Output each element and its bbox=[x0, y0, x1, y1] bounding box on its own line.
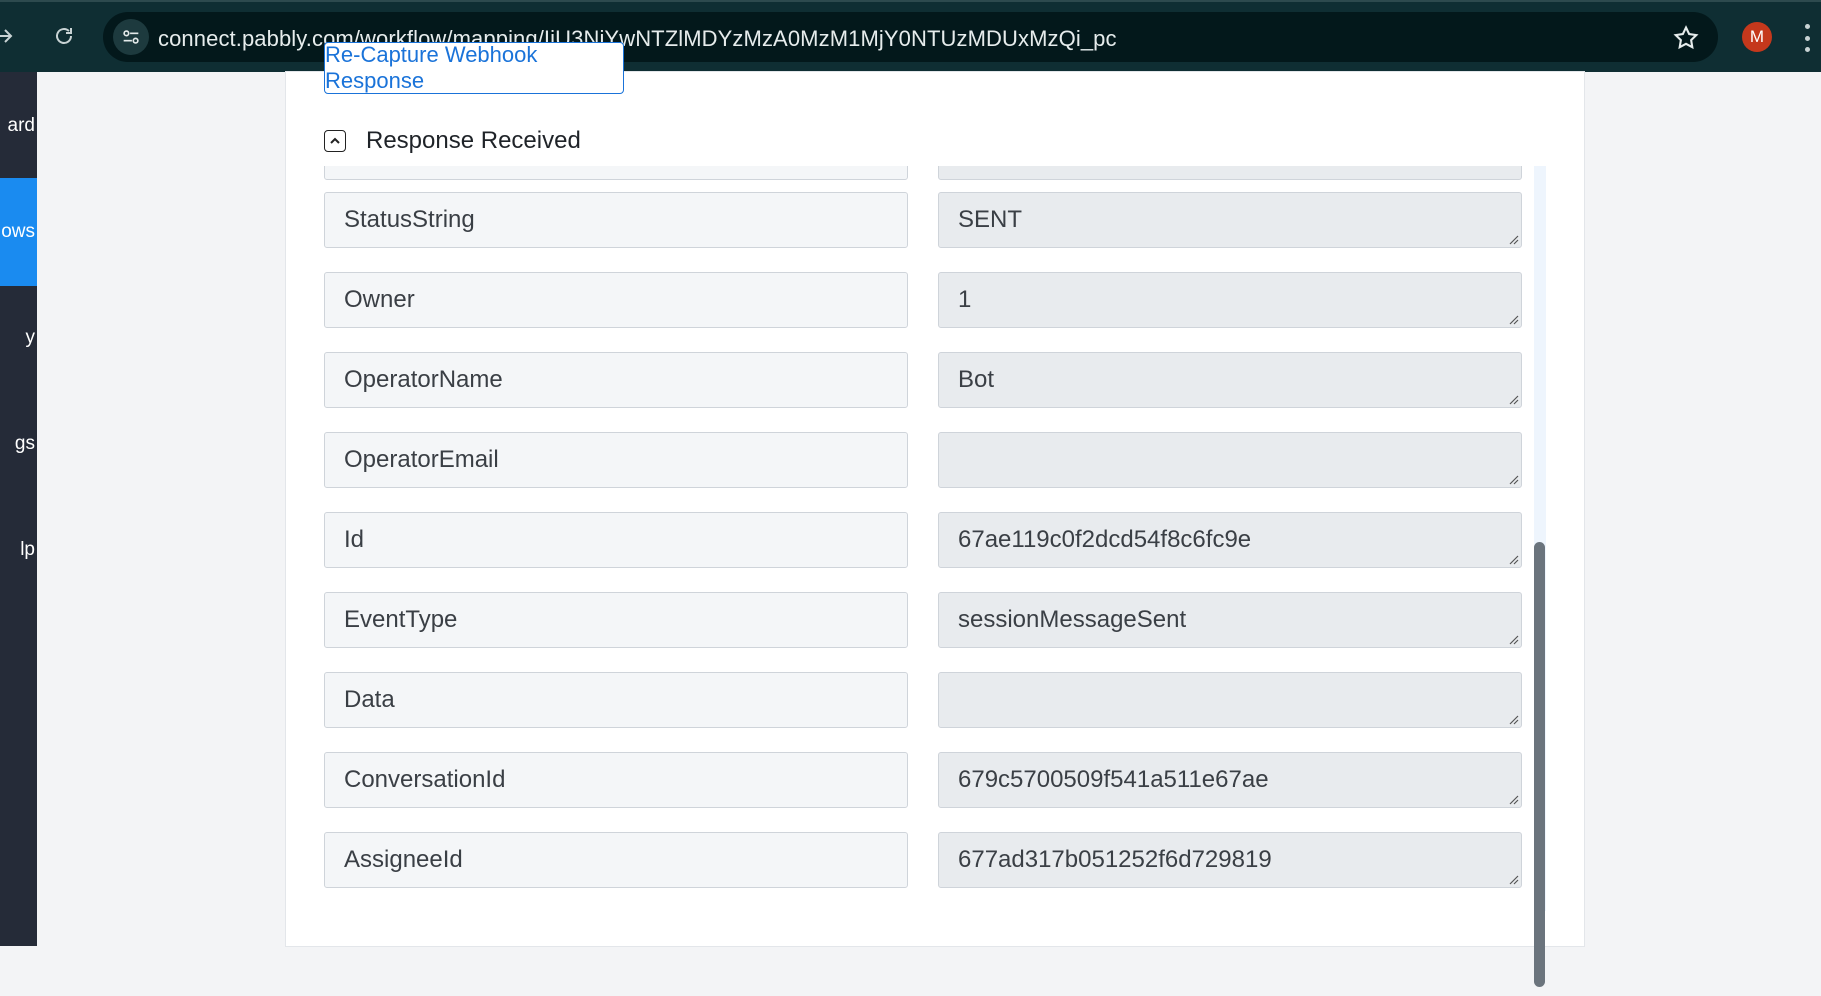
scrollbar-thumb[interactable] bbox=[1534, 542, 1545, 987]
browser-toolbar: connect.pabbly.com/workflow/mapping/IjU3… bbox=[0, 0, 1821, 72]
response-fields-list: StatusString SENT Owner 1 OperatorName B… bbox=[324, 166, 1544, 996]
forward-icon[interactable] bbox=[0, 18, 22, 54]
field-key[interactable]: StatusString bbox=[324, 192, 908, 248]
table-row: OperatorName Bot bbox=[324, 352, 1544, 408]
resize-grip-icon[interactable] bbox=[1507, 553, 1519, 565]
table-row: Data bbox=[324, 672, 1544, 728]
resize-grip-icon[interactable] bbox=[1507, 713, 1519, 725]
field-value[interactable]: 1 bbox=[938, 272, 1522, 328]
resize-grip-icon[interactable] bbox=[1507, 393, 1519, 405]
url-text[interactable]: connect.pabbly.com/workflow/mapping/IjU3… bbox=[158, 26, 1117, 52]
site-info-icon[interactable] bbox=[113, 19, 149, 55]
resize-grip-icon[interactable] bbox=[1507, 633, 1519, 645]
field-value[interactable]: sessionMessageSent bbox=[938, 592, 1522, 648]
field-key-box[interactable] bbox=[324, 166, 908, 180]
field-value[interactable]: Bot bbox=[938, 352, 1522, 408]
mapping-card: Re-Capture Webhook Response Response Rec… bbox=[286, 42, 1584, 987]
bookmark-star-icon[interactable] bbox=[1672, 24, 1700, 52]
field-value[interactable]: 677ad317b051252f6d729819 bbox=[938, 832, 1522, 888]
table-row-partial bbox=[324, 166, 1544, 180]
field-value[interactable]: SENT bbox=[938, 192, 1522, 248]
field-key[interactable]: Data bbox=[324, 672, 908, 728]
collapse-toggle[interactable] bbox=[324, 130, 346, 152]
recapture-webhook-button[interactable]: Re-Capture Webhook Response bbox=[324, 42, 624, 94]
table-row: OperatorEmail bbox=[324, 432, 1544, 488]
sidebar-item-settings[interactable]: gs bbox=[0, 390, 37, 498]
resize-grip-icon[interactable] bbox=[1507, 473, 1519, 485]
resize-grip-icon[interactable] bbox=[1507, 313, 1519, 325]
field-value[interactable]: 679c5700509f541a511e67ae bbox=[938, 752, 1522, 808]
field-value[interactable] bbox=[938, 432, 1522, 488]
field-key[interactable]: OperatorEmail bbox=[324, 432, 908, 488]
field-key[interactable]: Id bbox=[324, 512, 908, 568]
resize-grip-icon[interactable] bbox=[1507, 233, 1519, 245]
sidebar-item-help[interactable]: lp bbox=[0, 496, 37, 604]
browser-menu-icon[interactable] bbox=[1800, 24, 1814, 52]
chevron-up-icon bbox=[330, 137, 340, 144]
profile-avatar[interactable]: M bbox=[1742, 22, 1772, 52]
table-row: StatusString SENT bbox=[324, 192, 1544, 248]
section-title: Response Received bbox=[366, 127, 581, 154]
sidebar-item-workflows[interactable]: ows bbox=[0, 178, 37, 286]
field-key[interactable]: Owner bbox=[324, 272, 908, 328]
field-key[interactable]: AssigneeId bbox=[324, 832, 908, 888]
sidebar-item-history[interactable]: y bbox=[0, 284, 37, 392]
table-row: Id 67ae119c0f2dcd54f8c6fc9e bbox=[324, 512, 1544, 568]
sidebar-item-dashboard[interactable]: ard bbox=[0, 72, 37, 180]
table-row: Owner 1 bbox=[324, 272, 1544, 328]
table-row: AssigneeId 677ad317b051252f6d729819 bbox=[324, 832, 1544, 888]
reload-icon[interactable] bbox=[46, 18, 82, 54]
resize-grip-icon[interactable] bbox=[1507, 873, 1519, 885]
app-sidebar: ard ows y gs lp bbox=[0, 72, 37, 946]
field-value[interactable] bbox=[938, 672, 1522, 728]
field-key[interactable]: EventType bbox=[324, 592, 908, 648]
table-row: ConversationId 679c5700509f541a511e67ae bbox=[324, 752, 1544, 808]
table-row: EventType sessionMessageSent bbox=[324, 592, 1544, 648]
field-key[interactable]: ConversationId bbox=[324, 752, 908, 808]
field-value[interactable]: 67ae119c0f2dcd54f8c6fc9e bbox=[938, 512, 1522, 568]
resize-grip-icon[interactable] bbox=[1507, 793, 1519, 805]
field-key[interactable]: OperatorName bbox=[324, 352, 908, 408]
response-header: Response Received bbox=[324, 123, 581, 159]
field-value-box[interactable] bbox=[938, 166, 1522, 180]
